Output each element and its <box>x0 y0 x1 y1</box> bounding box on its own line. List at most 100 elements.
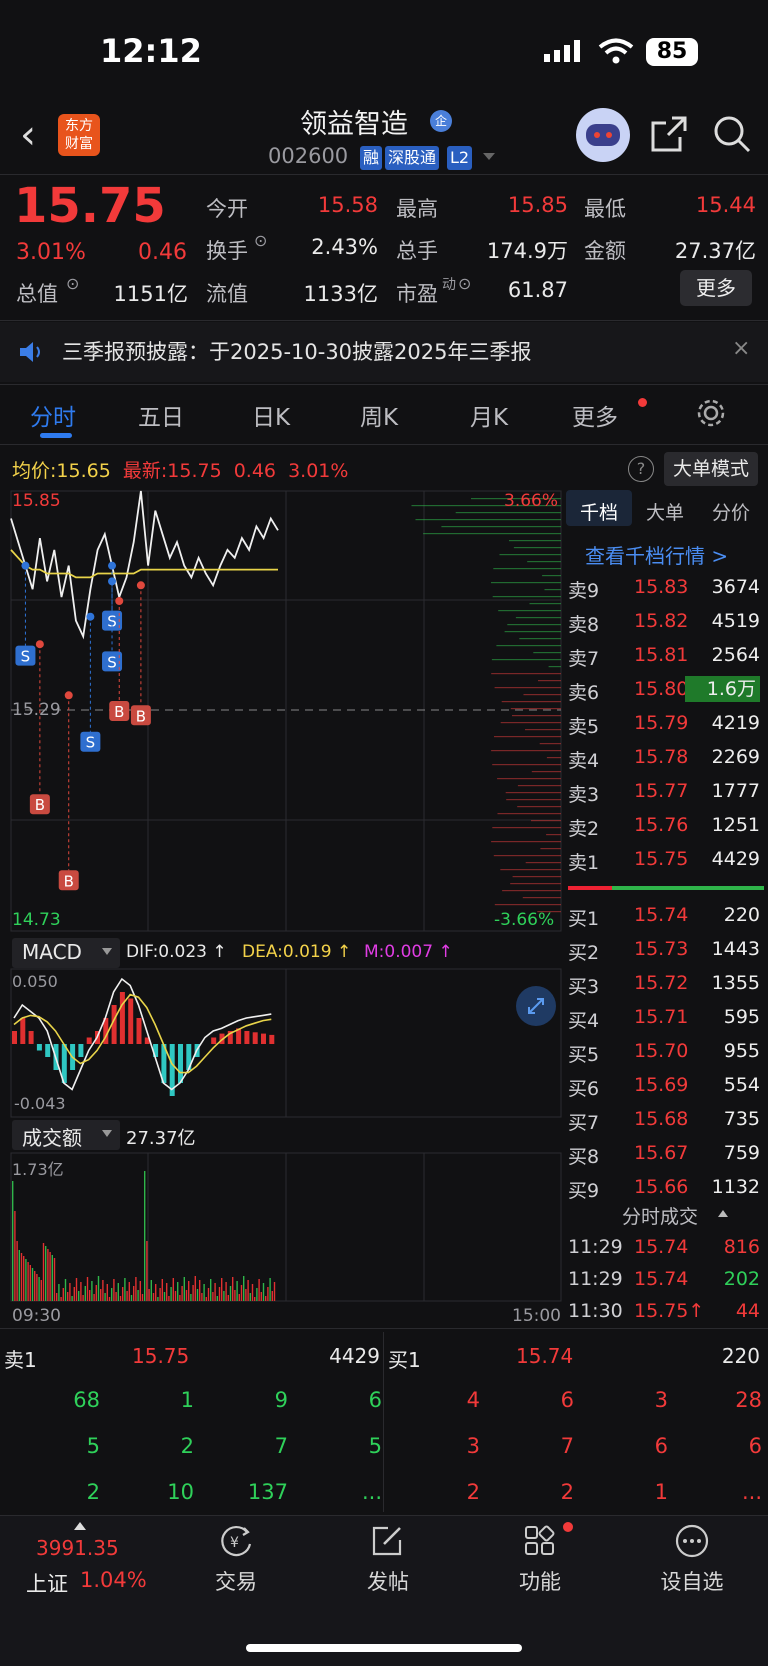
volume-bar <box>232 1277 234 1301</box>
tab-orderbook-price[interactable]: 分价 <box>712 498 750 525</box>
volume-bar <box>133 1286 135 1301</box>
tick-price: 15.74 <box>634 1268 689 1290</box>
macd-histogram-bar <box>244 1031 250 1044</box>
notice-text[interactable]: 三季报预披露：于2025-10-30披露2025年三季报 <box>62 336 531 366</box>
bid-volume: 1443 <box>711 938 760 960</box>
bid-level-label: 买5 <box>568 1044 600 1066</box>
volume-bar <box>271 1291 273 1301</box>
queue-ask-cell: 5 <box>86 1434 100 1458</box>
tab-five-day[interactable]: 五日 <box>138 398 184 432</box>
orderbook-bid-row[interactable]: 买9 15.66 1132 <box>566 1172 762 1204</box>
trade-icon[interactable]: ¥ <box>217 1522 255 1560</box>
nav-functions[interactable]: 功能 <box>490 1566 590 1596</box>
macd-chart[interactable] <box>10 968 562 1118</box>
search-icon[interactable] <box>712 114 752 154</box>
ticks-title[interactable]: 分时成交 <box>622 1202 698 1229</box>
depth-bar <box>491 659 561 661</box>
tab-monthly-k[interactable]: 月K <box>470 398 508 432</box>
nav-add-watchlist[interactable]: 设自选 <box>642 1566 742 1596</box>
index-pct[interactable]: 1.04% <box>80 1568 147 1592</box>
orderbook-ask-row[interactable]: 卖4 15.78 2269 <box>566 742 762 774</box>
depth-bar <box>546 757 561 759</box>
info-icon[interactable]: ⊙ <box>254 231 267 250</box>
latest-pct: 3.01% <box>288 460 349 482</box>
volume-bar <box>207 1288 210 1301</box>
post-icon[interactable] <box>368 1522 406 1560</box>
volume-bar <box>163 1292 166 1301</box>
volume-bar <box>29 1265 31 1301</box>
chevron-up-icon[interactable] <box>718 1210 728 1218</box>
volume-bar <box>269 1278 271 1301</box>
macd-label[interactable]: MACD <box>22 940 82 964</box>
orderbook-bid-row[interactable]: 买2 15.73 1443 <box>566 934 762 966</box>
orderbook-ask-row[interactable]: 卖5 15.79 4219 <box>566 708 762 740</box>
open-label: 今开 <box>206 197 248 221</box>
share-icon[interactable] <box>650 115 688 153</box>
info-icon[interactable]: ⊙ <box>458 274 471 293</box>
chevron-up-icon[interactable] <box>74 1522 86 1530</box>
settings-gear-icon[interactable] <box>696 398 726 428</box>
queue-divider <box>383 1332 384 1512</box>
tab-daily-k[interactable]: 日K <box>252 398 290 432</box>
volume-bar <box>229 1286 232 1301</box>
bid-volume: 1355 <box>711 972 760 994</box>
orderbook-bid-row[interactable]: 买7 15.68 735 <box>566 1104 762 1136</box>
info-icon[interactable]: ⊙ <box>66 274 79 293</box>
index-value[interactable]: 3991.35 <box>36 1536 119 1560</box>
index-name[interactable]: 上证 <box>26 1568 68 1598</box>
volume-bar <box>56 1293 58 1301</box>
tab-orderbook-big[interactable]: 大单 <box>646 498 684 525</box>
orderbook-ask-row[interactable]: 卖3 15.77 1777 <box>566 776 762 808</box>
depth-bar <box>491 841 561 843</box>
help-icon[interactable]: ? <box>628 456 654 482</box>
orderbook-bid-row[interactable]: 买3 15.72 1355 <box>566 968 762 1000</box>
orderbook-ask-row[interactable]: 卖2 15.76 1251 <box>566 810 762 842</box>
orderbook-bid-row[interactable]: 买6 15.69 554 <box>566 1070 762 1102</box>
functions-icon[interactable] <box>521 1522 559 1560</box>
tab-more[interactable]: 更多 <box>572 398 618 432</box>
volume-bar <box>227 1295 229 1301</box>
buy-marker-label: B <box>35 796 45 814</box>
close-icon[interactable]: × <box>732 336 750 361</box>
orderbook-ask-row[interactable]: 卖1 15.75 4429 <box>566 844 762 876</box>
view-1000-depth-link[interactable]: 查看千档行情 > <box>585 540 728 569</box>
volume-chart[interactable] <box>10 1152 562 1302</box>
volume-bar <box>12 1181 14 1301</box>
volume-bar <box>36 1274 38 1301</box>
macd-histogram-bar <box>128 998 134 1044</box>
orderbook-ask-row[interactable]: 卖8 15.82 4519 <box>566 606 762 638</box>
volume-bar <box>58 1284 60 1301</box>
orderbook-bid-row[interactable]: 买8 15.67 759 <box>566 1138 762 1170</box>
more-button[interactable]: 更多 <box>680 270 752 306</box>
trade-marker-dot <box>108 561 117 570</box>
tab-weekly-k[interactable]: 周K <box>360 398 398 432</box>
orderbook-bid-row[interactable]: 买5 15.70 955 <box>566 1036 762 1068</box>
tab-intraday[interactable]: 分时 <box>30 398 76 432</box>
queue-bid-cell: 7 <box>560 1434 574 1458</box>
nav-post[interactable]: 发帖 <box>338 1566 438 1596</box>
expand-icon[interactable] <box>516 986 556 1026</box>
pe-label: 市盈 <box>396 282 438 306</box>
sell-marker-label: S <box>107 653 117 671</box>
depth-bar <box>491 582 561 584</box>
orderbook-ask-row[interactable]: 卖7 15.81 2564 <box>566 640 762 672</box>
orderbook-bid-row[interactable]: 买1 15.74 220 <box>566 900 762 932</box>
add-watchlist-icon[interactable] <box>673 1522 711 1560</box>
orderbook-ask-row[interactable]: 卖6 15.80 1.6万 <box>566 674 762 706</box>
latest-label: 最新: <box>122 460 168 482</box>
price-chart[interactable]: SBBSSSB B <box>10 490 562 934</box>
back-button[interactable]: ‹ <box>20 112 60 158</box>
buy-marker-label: B <box>64 872 74 890</box>
big-order-mode-button[interactable]: 大单模式 <box>664 452 758 486</box>
volume-bar <box>258 1279 260 1301</box>
depth-bar <box>493 855 561 857</box>
status-time: 12:12 <box>100 32 202 70</box>
tab-orderbook-1000[interactable]: 千档 <box>580 498 618 525</box>
assistant-avatar[interactable] <box>576 108 630 162</box>
orderbook-ask-row[interactable]: 卖9 15.83 3674 <box>566 572 762 604</box>
nav-trade[interactable]: 交易 <box>186 1566 286 1596</box>
depth-bar <box>501 701 561 703</box>
orderbook-bid-row[interactable]: 买4 15.71 595 <box>566 1002 762 1034</box>
volume-label[interactable]: 成交额 <box>22 1122 82 1151</box>
chevron-down-icon[interactable] <box>482 152 496 162</box>
